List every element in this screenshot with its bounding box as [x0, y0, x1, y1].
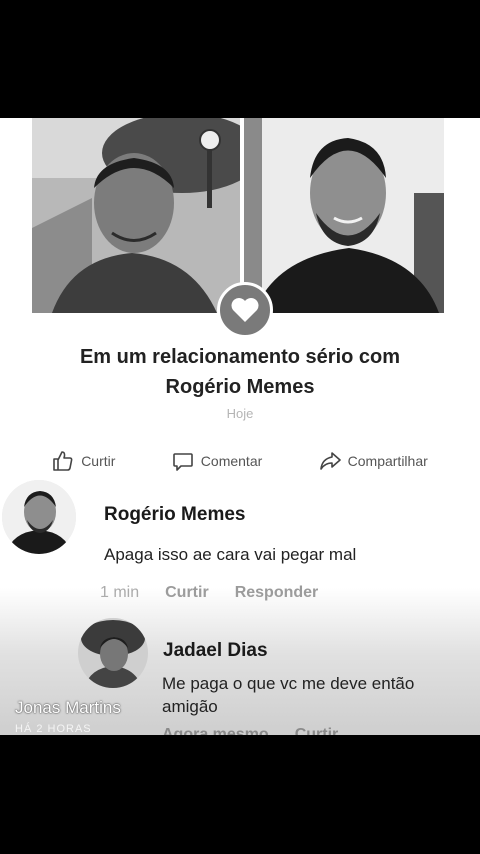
avatar-image	[78, 618, 148, 688]
photo-right-image	[244, 118, 444, 313]
like-label: Curtir	[81, 453, 116, 469]
photo-right[interactable]	[244, 118, 444, 313]
photo-left[interactable]	[32, 118, 240, 313]
comment-time: Agora mesmo	[162, 726, 269, 735]
relationship-partner-name[interactable]: Rogério Memes	[0, 376, 480, 399]
share-label: Compartilhar	[347, 453, 428, 469]
comment-icon	[172, 453, 193, 471]
watermark-name: Jonas Martins	[15, 698, 121, 717]
avatar[interactable]	[2, 480, 76, 554]
comment-text-line-2: amigão	[162, 697, 218, 716]
comment-author[interactable]: Jadael Dias	[163, 640, 268, 662]
comment-text-line-1: Me paga o que vc me deve então	[162, 674, 415, 693]
avatar[interactable]	[78, 618, 148, 688]
comment-like-link[interactable]: Curtir	[295, 726, 339, 735]
heart-badge	[217, 282, 273, 338]
share-button[interactable]: Compartilhar	[319, 450, 428, 472]
watermark-timestamp: HÁ 2 HORAS	[15, 723, 92, 735]
comment-author[interactable]: Rogério Memes	[104, 504, 245, 526]
post-actions: Curtir Comentar Compartilhar	[0, 446, 480, 476]
relationship-status-text: Em um relacionamento sério com	[79, 346, 401, 368]
thumbs-up-icon	[53, 451, 73, 471]
heart-icon	[231, 298, 259, 322]
comment-meta: Agora mesmo Curtir	[162, 726, 338, 735]
relationship-post: Em um relacionamento sério com Rogério M…	[0, 118, 480, 735]
like-button[interactable]: Curtir	[52, 450, 115, 472]
post-date: Hoje	[226, 406, 254, 421]
comment-label: Comentar	[200, 453, 263, 469]
avatar-image	[2, 480, 76, 554]
comment-text: Apaga isso ae cara vai pegar mal	[104, 545, 357, 564]
photo-left-image	[32, 118, 240, 313]
share-arrow-icon	[319, 452, 341, 470]
comment-button[interactable]: Comentar	[172, 450, 262, 472]
